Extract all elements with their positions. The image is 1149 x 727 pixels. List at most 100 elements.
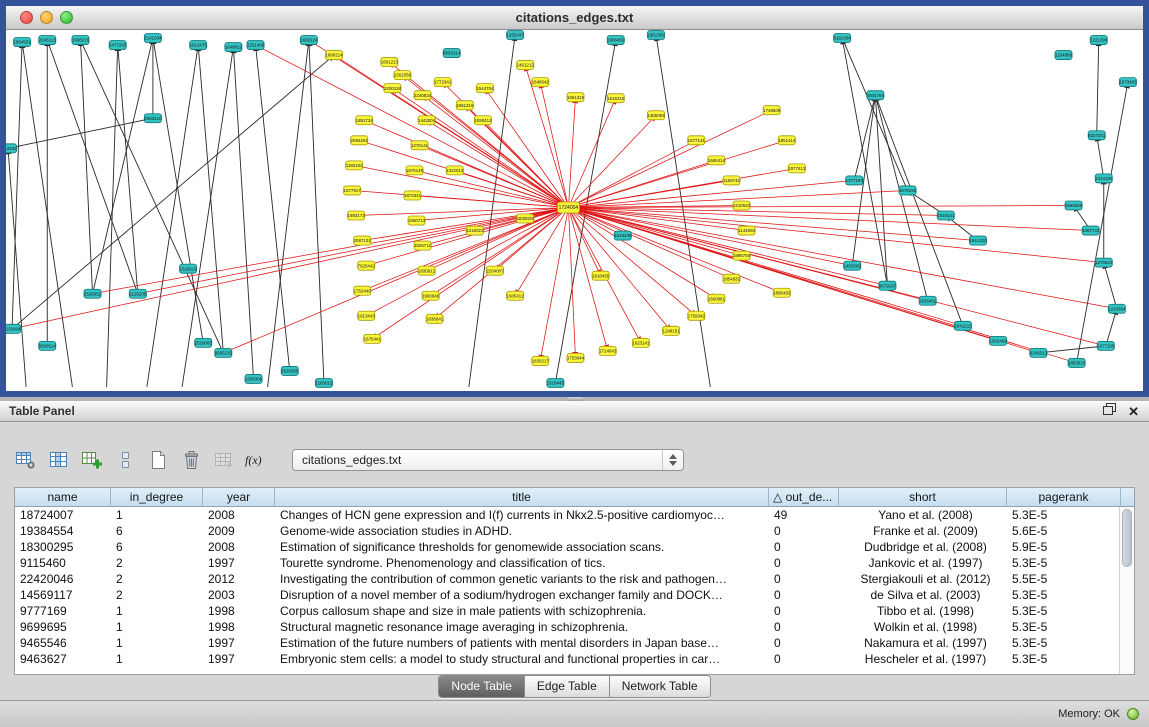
graph-node[interactable]: 1518435 <box>614 231 632 240</box>
graph-node[interactable]: 1648812 <box>225 43 243 52</box>
graph-node[interactable]: 1477265 <box>109 41 127 50</box>
graph-node[interactable]: 1165012 <box>315 378 333 387</box>
graph-node[interactable]: 7625442 <box>358 261 376 270</box>
graph-node[interactable]: 1680214 <box>325 51 343 60</box>
graph-node[interactable]: 1623141 <box>632 338 650 347</box>
graph-node[interactable]: 1131804 <box>6 324 21 333</box>
graph-node[interactable]: 2087131 <box>354 236 372 245</box>
graph-node[interactable]: 1830912 <box>418 266 436 275</box>
scrollbar-thumb[interactable] <box>1122 509 1132 567</box>
table-row[interactable]: 2242004622012Investigating the contribut… <box>15 571 1134 587</box>
vertical-scrollbar[interactable] <box>1119 507 1134 674</box>
graph-node[interactable]: 1602469 <box>990 336 1008 345</box>
graph-node[interactable]: 1216021 <box>466 226 484 235</box>
graph-node[interactable]: 2045113 <box>39 36 57 45</box>
graph-node[interactable]: 9227341 <box>1088 131 1106 140</box>
tab-node-table[interactable]: Node Table <box>439 676 525 697</box>
graph-node[interactable]: 1463366 <box>844 261 862 270</box>
column-header-name[interactable]: name <box>15 488 111 507</box>
graph-node[interactable]: 1605412 <box>507 291 525 300</box>
graph-node[interactable]: 1646642 <box>532 78 550 87</box>
table-row[interactable]: 977716911998Corpus callosum shape and si… <box>15 603 1134 619</box>
graph-node[interactable]: 2251406 <box>247 41 265 50</box>
table-settings-icon[interactable] <box>12 447 40 473</box>
column-chooser-icon[interactable] <box>45 447 73 473</box>
graph-node[interactable]: 2084204 <box>351 136 369 145</box>
graph-node[interactable]: 9245012 <box>1030 348 1048 357</box>
row-options-icon[interactable] <box>111 447 139 473</box>
graph-node[interactable]: 9505135 <box>215 348 233 357</box>
graph-node[interactable]: 1544704 <box>476 84 494 93</box>
table-row[interactable]: 1456911722003Disruption of a novel membe… <box>15 587 1134 603</box>
graph-node[interactable]: 1748509 <box>763 106 781 115</box>
table-row[interactable]: 911546021997Tourette syndrome. Phenomeno… <box>15 555 1134 571</box>
graph-node[interactable]: 1461212 <box>517 61 535 70</box>
graph-node[interactable]: 1595838 <box>1065 201 1083 210</box>
graph-node[interactable]: 1919101 <box>937 211 955 220</box>
graph-node[interactable]: 1895754 <box>733 251 751 260</box>
graph-node[interactable]: 2141034 <box>144 34 162 43</box>
graph-node[interactable]: 1752440 <box>354 286 372 295</box>
table-selector-dropdown[interactable]: citations_edges.txt <box>292 449 684 471</box>
graph-node[interactable]: 2261058 <box>394 71 412 80</box>
graph-node[interactable]: 1853920 <box>1068 358 1086 367</box>
graph-node[interactable]: 1255437 <box>507 31 525 40</box>
graph-node[interactable]: 1221398 <box>1090 36 1108 45</box>
graph-node[interactable]: 1841220 <box>969 236 987 245</box>
graph-node[interactable]: 1685414 <box>708 156 726 165</box>
graph-node[interactable]: 1154808 <box>1055 51 1073 60</box>
table-row[interactable]: 1872400712008Changes of HCN gene express… <box>15 507 1134 523</box>
graph-node[interactable]: 1961302 <box>647 31 665 40</box>
graph-node[interactable]: 1577413 <box>788 164 806 173</box>
close-window-icon[interactable] <box>20 11 33 24</box>
graph-node[interactable]: 1875149 <box>406 166 424 175</box>
graph-node[interactable]: 1485083 <box>647 111 665 120</box>
graph-node[interactable]: 9590514 <box>39 341 57 350</box>
graph-node[interactable]: 1913443 <box>358 311 376 320</box>
graph-node[interactable]: 1864531 <box>14 38 32 47</box>
graph-node[interactable]: 1442004 <box>418 116 436 125</box>
graph-node[interactable]: 1679192 <box>899 186 917 195</box>
graph-node[interactable]: 1526019 <box>180 264 198 273</box>
graph-node[interactable]: 1851414 <box>778 136 796 145</box>
table-row[interactable]: 946362711997Embryonic stem cells: a mode… <box>15 651 1134 667</box>
graph-node[interactable]: 1873341 <box>404 191 422 200</box>
float-panel-icon[interactable] <box>1103 403 1116 421</box>
graph-node[interactable]: 1900948 <box>422 291 440 300</box>
minimize-window-icon[interactable] <box>40 11 53 24</box>
delete-table-icon[interactable] <box>177 447 205 473</box>
graph-node[interactable]: 1210654 <box>1108 304 1126 313</box>
graph-node[interactable]: 8592314 <box>443 49 461 58</box>
network-graph-canvas[interactable]: 1864531204511319382161477265214103419124… <box>6 30 1143 391</box>
graph-node[interactable]: 1836641 <box>426 314 444 323</box>
new-table-icon[interactable] <box>144 447 172 473</box>
graph-node[interactable]: 2063310 <box>144 114 162 123</box>
graph-node[interactable]: 1144693 <box>738 226 756 235</box>
graph-node[interactable]: 2200118 <box>384 84 402 93</box>
graph-node[interactable]: 1981316 <box>456 101 474 110</box>
graph-node[interactable]: 2204007 <box>486 266 504 275</box>
graph-node[interactable]: 1881734 <box>356 116 374 125</box>
graph-node[interactable]: 1950713 <box>408 216 426 225</box>
graph-node[interactable]: 1830029 <box>517 214 535 223</box>
window-titlebar[interactable]: citations_edges.txt <box>6 6 1143 30</box>
graph-node[interactable]: 1518445 <box>547 378 565 387</box>
import-table-icon[interactable] <box>210 447 238 473</box>
graph-node[interactable]: 1322013 <box>446 166 464 175</box>
graph-node[interactable]: 1577141 <box>688 136 706 145</box>
graph-node[interactable]: 8679197 <box>879 281 897 290</box>
table-row[interactable]: 946554611997Estimation of the future num… <box>15 635 1134 651</box>
graph-node[interactable]: 1160742 <box>723 176 741 185</box>
graph-node[interactable]: 1830217 <box>532 356 550 365</box>
graph-node[interactable]: 1938216 <box>72 36 90 45</box>
graph-node[interactable]: 1601213 <box>381 58 399 67</box>
graph-node[interactable]: 1677917 <box>344 186 362 195</box>
graph-node[interactable]: 1377197 <box>846 176 864 185</box>
graph-node[interactable]: 1414134 <box>1095 174 1113 183</box>
graph-node[interactable]: 1090412 <box>474 116 492 125</box>
graph-node[interactable]: 1675441 <box>364 334 382 343</box>
graph-node[interactable]: 1944794 <box>867 91 885 100</box>
add-column-icon[interactable] <box>78 447 106 473</box>
graph-node[interactable]: 1895493 <box>773 288 791 297</box>
graph-node[interactable]: 1854932 <box>723 274 741 283</box>
